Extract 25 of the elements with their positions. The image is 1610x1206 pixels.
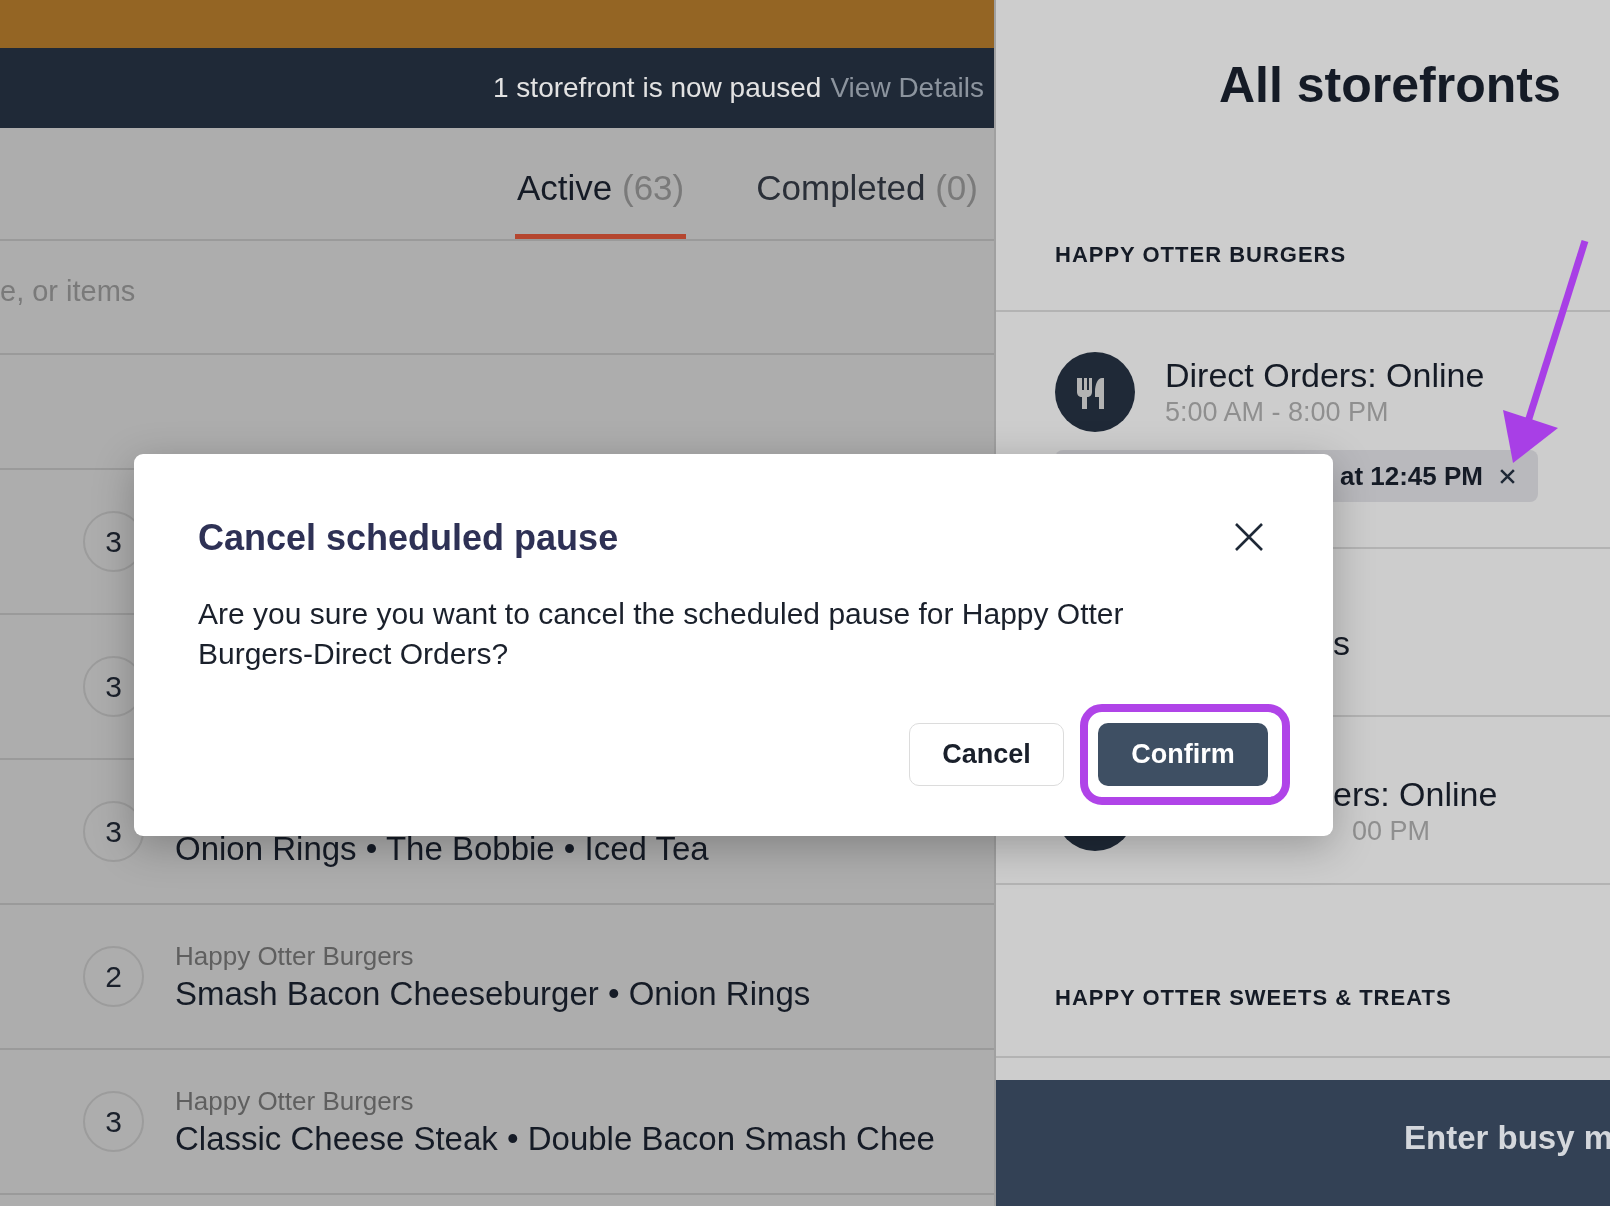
confirm-button[interactable]: Confirm [1098, 723, 1268, 786]
panel-title: All storefronts [1219, 57, 1561, 113]
view-details-link[interactable]: View Details [830, 72, 984, 104]
storefront-name: ers: Online [1333, 774, 1498, 814]
order-items: Onion Rings • The Bobbie • Iced Tea [175, 828, 709, 869]
storefront-name: s [1333, 623, 1350, 663]
dialog-title: Cancel scheduled pause [198, 516, 619, 560]
close-icon[interactable] [1234, 522, 1264, 552]
close-icon[interactable] [1499, 467, 1516, 485]
fork-knife-icon [1055, 352, 1135, 432]
store-name: Happy Otter Burgers [175, 1084, 415, 1118]
section-heading: HAPPY OTTER BURGERS [1055, 241, 1347, 268]
order-items: Classic Cheese Steak • Double Bacon Smash Chee [175, 1118, 935, 1159]
storefront-hours: 00 PM [1351, 815, 1432, 848]
dialog-message: Are you sure you want to cancel the scheduled pause for Happy Otter Burgers-Direct Orders? [198, 596, 1125, 672]
item-count-badge: 3 [83, 1091, 144, 1152]
item-count-badge: 2 [83, 946, 144, 1007]
storefront-name: Direct Orders: Online [1165, 355, 1485, 395]
order-items: Smash Bacon Cheeseburger • Onion Rings [175, 973, 811, 1014]
cancel-button[interactable]: Cancel [909, 723, 1064, 786]
store-name: Happy Otter Burgers [175, 939, 415, 973]
scheduled-pause-time: at 12:45 PM [1339, 460, 1483, 492]
storefront-hours: 5:00 AM - 8:00 PM [1165, 396, 1390, 429]
banner-message: 1 storefront is now paused [493, 72, 822, 104]
section-heading: HAPPY OTTER SWEETS & TREATS [1055, 985, 1452, 1011]
